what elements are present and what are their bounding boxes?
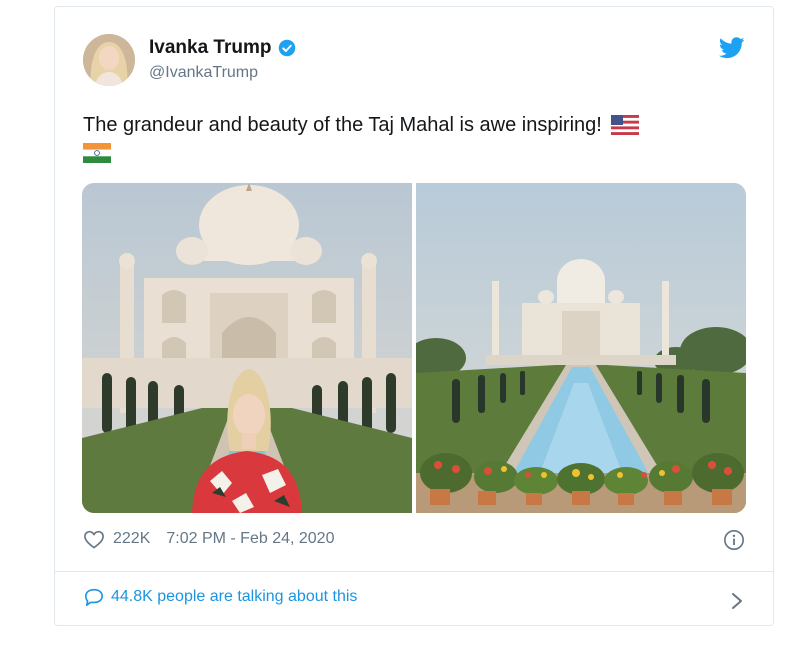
us-flag-icon: [611, 115, 640, 135]
tweet-photo-right[interactable]: [416, 183, 746, 513]
divider: [55, 571, 773, 572]
conversation-link[interactable]: 44.8K people are talking about this: [83, 587, 357, 607]
speech-bubble-icon: [85, 588, 103, 606]
tweet-photo-left[interactable]: [82, 183, 412, 513]
india-flag-icon: [83, 143, 111, 163]
tweet-text-body: The grandeur and beauty of the Taj Mahal…: [83, 114, 602, 136]
chevron-right-icon[interactable]: [731, 592, 743, 610]
avatar[interactable]: [83, 34, 135, 86]
tweet-timestamp[interactable]: 7:02 PM - Feb 24, 2020: [166, 530, 334, 548]
verified-badge-icon: [278, 39, 295, 57]
heart-icon[interactable]: [83, 529, 105, 549]
author-name[interactable]: Ivanka Trump: [149, 37, 296, 59]
tweet-meta: 222K 7:02 PM - Feb 24, 2020: [83, 529, 334, 549]
like-count[interactable]: 222K: [113, 530, 150, 548]
author-name-text[interactable]: Ivanka Trump: [149, 37, 272, 59]
tweet-card[interactable]: Ivanka Trump @IvankaTrump The grandeur a…: [54, 6, 774, 626]
twitter-bird-icon[interactable]: [719, 37, 745, 59]
tweet-text: The grandeur and beauty of the Taj Mahal…: [83, 111, 733, 167]
author-handle[interactable]: @IvankaTrump: [149, 64, 258, 82]
conversation-label[interactable]: 44.8K people are talking about this: [111, 588, 357, 606]
info-icon[interactable]: [723, 529, 745, 551]
